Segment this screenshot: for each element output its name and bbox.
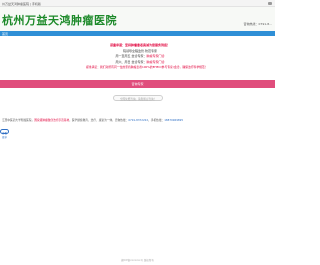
browser-top-bar: 州万益天鸿肿瘤医院 | 手机版 — [0, 0, 275, 7]
intro-phone-2[interactable]: 18879969895 — [164, 118, 183, 122]
site-header: 杭州万益天鸿肿瘤医院 咨询热线：0791-8... — [0, 7, 275, 31]
weekend-expert-link[interactable]: 肿瘤专家门诊 — [146, 60, 164, 64]
page-footer: 赣ICP备xxxxxxx号 版权所有 — [121, 259, 154, 262]
notice-block: 郑重承诺：坚持肿瘤患者真诚为您服务到底！ 院领导全程监管·防范专家 周一至周五 … — [86, 43, 208, 71]
intro-highlight[interactable]: 国家级肿瘤微创治疗示范基地 — [34, 118, 69, 122]
notice-line-consultation: 郑重承诺：我们对所有同一位的坚持肿瘤患者100%的EHEO(参与专家)会诊，确保… — [86, 65, 208, 69]
intro-prefix: 江西中医药大学附属医院， — [2, 118, 35, 122]
weekday-expert-link[interactable]: 肿瘤专家门诊 — [146, 54, 164, 58]
nav-item-home[interactable]: 首页 — [2, 32, 8, 36]
consult-expert-label: 咨询专家 — [131, 82, 144, 86]
weekend-label: 周六、周日 坐诊专家： — [115, 59, 147, 64]
nav-bar: 首页 — [0, 31, 275, 36]
hospital-logo[interactable]: 杭州万益天鸿肿瘤医院 — [2, 12, 117, 28]
consult-input-placeholder: 全国免费咨询，请您留言咨询！ — [119, 98, 157, 101]
hospital-intro: 江西中医药大学附属医院，国家级肿瘤微创治疗示范基地，医学继续教育，治疗、康复为一… — [2, 118, 273, 122]
intro-middle: ，医学继续教育，治疗、康复为一体，咨询热线： — [69, 118, 129, 122]
more-button[interactable]: 查看更多 — [0, 129, 9, 139]
weekday-label: 周一至周五 坐诊专家： — [115, 54, 147, 58]
intro-phone-1[interactable]: 0791-8372222 — [128, 118, 148, 122]
more-button-label: 查看更多 — [2, 131, 8, 139]
consult-expert-bar[interactable]: 咨询专家 — [0, 80, 275, 88]
message-icon[interactable] — [268, 1, 272, 5]
header-hotline: 咨询热线：0791-8... — [243, 22, 273, 26]
top-bar-title: 州万益天鸿肿瘤医院 | 手机版 — [2, 1, 41, 6]
intro-separator: ，手机热线： — [148, 118, 165, 122]
consult-input[interactable]: 全国免费咨询，请您留言咨询！ — [113, 95, 163, 101]
